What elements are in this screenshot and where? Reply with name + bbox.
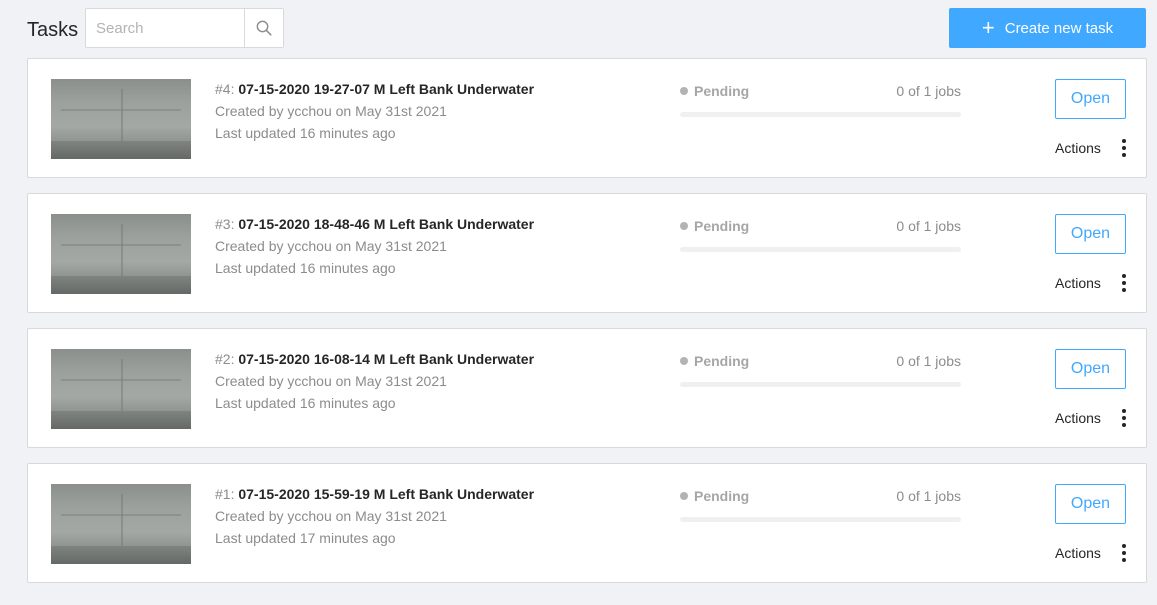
task-progress-bar [680,247,961,252]
more-vertical-icon[interactable] [1121,274,1127,292]
task-info: #3: 07-15-2020 18-48-46 M Left Bank Unde… [215,216,534,282]
actions-menu[interactable]: Actions [1055,139,1127,157]
jobs-count: 0 of 1 jobs [896,83,961,99]
task-number: #4: [215,81,239,97]
jobs-count: 0 of 1 jobs [896,353,961,369]
task-progress-bar [680,382,961,387]
create-new-task-button[interactable]: + Create new task [949,8,1146,48]
task-preview-image[interactable] [51,214,191,294]
actions-label: Actions [1055,275,1101,291]
search-icon [256,20,272,36]
status-badge: Pending [680,488,749,504]
create-new-task-label: Create new task [1004,19,1114,37]
task-updated: Last updated 16 minutes ago [215,395,396,411]
task-preview-image[interactable] [51,79,191,159]
task-created: Created by ycchou on May 31st 2021 [215,103,447,119]
task-progress-bar [680,112,961,117]
more-vertical-icon[interactable] [1121,544,1127,562]
status-label: Pending [694,353,750,369]
page-title: Tasks [27,19,79,41]
task-title: 07-15-2020 16-08-14 M Left Bank Underwat… [238,351,535,367]
actions-menu[interactable]: Actions [1055,544,1127,562]
task-created: Created by ycchou on May 31st 2021 [215,508,447,524]
more-vertical-icon[interactable] [1121,409,1127,427]
task-card: #2: 07-15-2020 16-08-14 M Left Bank Unde… [27,328,1147,448]
task-title: 07-15-2020 18-48-46 M Left Bank Underwat… [238,216,535,232]
task-info: #2: 07-15-2020 16-08-14 M Left Bank Unde… [215,351,534,417]
open-task-button[interactable]: Open [1055,79,1126,119]
task-progress-bar [680,517,961,522]
task-info: #4: 07-15-2020 19-27-07 M Left Bank Unde… [215,81,534,147]
search-button[interactable] [244,9,283,47]
status-label: Pending [694,488,750,504]
open-task-button[interactable]: Open [1055,484,1126,524]
page-header: Tasks + Create new task [0,0,1157,56]
actions-menu[interactable]: Actions [1055,409,1127,427]
task-title: 07-15-2020 15-59-19 M Left Bank Underwat… [238,486,535,502]
task-name: #2: 07-15-2020 16-08-14 M Left Bank Unde… [215,351,534,373]
actions-label: Actions [1055,545,1101,561]
task-card: #3: 07-15-2020 18-48-46 M Left Bank Unde… [27,193,1147,313]
search-box [85,8,284,48]
actions-menu[interactable]: Actions [1055,274,1127,292]
task-created: Created by ycchou on May 31st 2021 [215,238,447,254]
status-badge: Pending [680,353,749,369]
open-task-button[interactable]: Open [1055,214,1126,254]
task-updated: Last updated 16 minutes ago [215,125,396,141]
actions-label: Actions [1055,410,1101,426]
jobs-count: 0 of 1 jobs [896,488,961,504]
task-number: #1: [215,486,239,502]
jobs-count: 0 of 1 jobs [896,218,961,234]
task-preview-image[interactable] [51,484,191,564]
task-list: #4: 07-15-2020 19-27-07 M Left Bank Unde… [27,58,1147,598]
task-updated: Last updated 17 minutes ago [215,530,396,546]
task-preview-image[interactable] [51,349,191,429]
status-dot-icon [680,357,688,365]
actions-label: Actions [1055,140,1101,156]
status-dot-icon [680,222,688,230]
task-name: #4: 07-15-2020 19-27-07 M Left Bank Unde… [215,81,534,103]
task-updated: Last updated 16 minutes ago [215,260,396,276]
status-dot-icon [680,492,688,500]
search-input[interactable] [86,9,244,47]
status-dot-icon [680,87,688,95]
task-name: #1: 07-15-2020 15-59-19 M Left Bank Unde… [215,486,534,508]
task-created: Created by ycchou on May 31st 2021 [215,373,447,389]
status-label: Pending [694,83,750,99]
status-badge: Pending [680,218,749,234]
status-label: Pending [694,218,750,234]
task-name: #3: 07-15-2020 18-48-46 M Left Bank Unde… [215,216,534,238]
task-number: #2: [215,351,239,367]
open-task-button[interactable]: Open [1055,349,1126,389]
task-info: #1: 07-15-2020 15-59-19 M Left Bank Unde… [215,486,534,552]
more-vertical-icon[interactable] [1121,139,1127,157]
task-number: #3: [215,216,239,232]
task-card: #4: 07-15-2020 19-27-07 M Left Bank Unde… [27,58,1147,178]
task-card: #1: 07-15-2020 15-59-19 M Left Bank Unde… [27,463,1147,583]
status-badge: Pending [680,83,749,99]
plus-icon: + [981,15,995,40]
task-title: 07-15-2020 19-27-07 M Left Bank Underwat… [238,81,535,97]
